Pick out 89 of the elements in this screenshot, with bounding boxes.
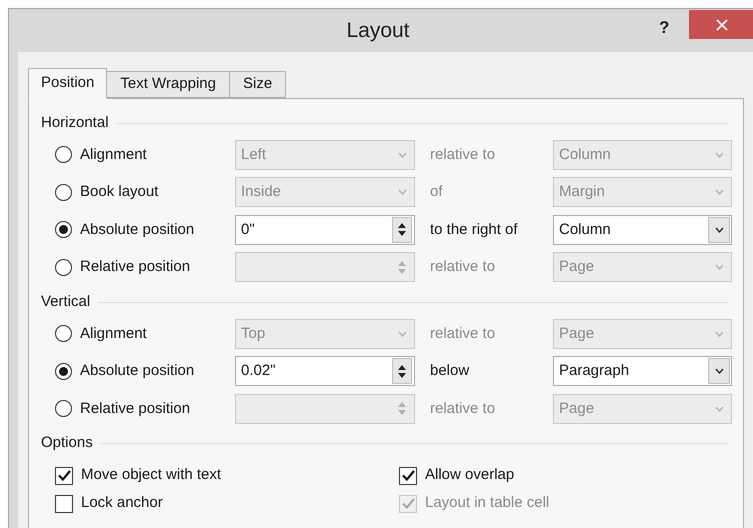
dropdown-value: Top <box>240 324 266 344</box>
up-arrow-icon <box>398 402 406 408</box>
caret-icon <box>714 368 724 374</box>
radio-label: Relative position <box>80 398 190 418</box>
dropdown-value: Page <box>558 257 596 277</box>
checkbox-label: Lock anchor <box>81 493 163 514</box>
radio-option[interactable]: Book layout <box>55 181 235 204</box>
section-heading: Horizontal <box>41 112 109 133</box>
up-arrow-icon <box>398 223 406 228</box>
down-arrow-icon <box>398 231 406 236</box>
radio-button[interactable] <box>55 258 72 276</box>
radio-button[interactable] <box>55 362 72 380</box>
dropdown-value: Column <box>558 220 612 240</box>
checkbox-option[interactable]: Lock anchor <box>55 490 399 518</box>
up-arrow-icon <box>398 364 406 370</box>
checkmark-icon <box>402 470 414 481</box>
caret-icon <box>398 330 406 337</box>
radio-button[interactable] <box>55 400 72 418</box>
radio-option[interactable]: Absolute position <box>55 360 235 382</box>
radio-button[interactable] <box>55 221 72 238</box>
checkbox-option[interactable]: Move object with text <box>55 462 399 490</box>
relation-label: relative to <box>429 398 496 418</box>
close-button[interactable] <box>689 10 753 39</box>
relation-label: of <box>429 182 444 202</box>
checkbox-label: Allow overlap <box>425 465 514 486</box>
radio-option[interactable]: Absolute position <box>55 218 235 241</box>
checkbox[interactable] <box>399 466 417 484</box>
window-title: Layout <box>346 18 410 44</box>
up-arrow-icon <box>398 260 406 266</box>
radio-label: Relative position <box>80 257 190 277</box>
field-value: 0" <box>240 220 256 240</box>
relation-label: relative to <box>429 324 496 344</box>
dropdown-value: Column <box>558 144 612 164</box>
dropdown-button[interactable] <box>708 358 730 384</box>
help-button[interactable]: ? <box>659 15 670 40</box>
checkmark-icon <box>402 498 414 509</box>
radio-button[interactable] <box>55 184 72 201</box>
radio-button[interactable] <box>55 325 72 342</box>
checkbox-option[interactable]: Allow overlap <box>399 462 743 490</box>
field-value: 0.02" <box>240 361 277 381</box>
radio-label: Alignment <box>80 324 147 344</box>
relation-label: relative to <box>429 257 496 277</box>
down-arrow-icon <box>398 268 406 274</box>
caret-icon <box>714 226 724 233</box>
radio-option[interactable]: Relative position <box>55 398 235 420</box>
dropdown-value: Left <box>240 144 268 164</box>
radio-option[interactable]: Alignment <box>55 144 235 166</box>
dropdown-button[interactable] <box>708 216 730 243</box>
checkmark-icon <box>58 470 70 481</box>
caret-icon <box>714 406 724 412</box>
dropdown-value: Paragraph <box>558 361 630 381</box>
close-icon <box>716 18 728 30</box>
caret-icon <box>714 152 724 158</box>
radio-option[interactable]: Alignment <box>55 322 235 345</box>
tab[interactable]: Text Wrapping <box>106 71 230 98</box>
relation-label: below <box>429 361 470 381</box>
checkbox-label: Layout in table cell <box>425 493 550 514</box>
dropdown[interactable]: Column <box>553 214 732 245</box>
spin-field[interactable]: 0" <box>235 214 415 245</box>
radio-label: Absolute position <box>80 220 194 240</box>
radio-label: Alignment <box>80 144 147 164</box>
caret-icon <box>714 189 724 196</box>
checkbox[interactable] <box>55 494 73 512</box>
tab[interactable]: Size <box>228 71 286 98</box>
radio-option[interactable]: Relative position <box>55 256 235 278</box>
checkbox-label: Move object with text <box>81 465 222 486</box>
dropdown-value: Inside <box>240 182 282 202</box>
spin-buttons[interactable] <box>392 358 412 384</box>
dropdown[interactable]: Paragraph <box>553 356 732 386</box>
section-heading: Vertical <box>41 292 90 312</box>
radio-label: Book layout <box>80 182 158 202</box>
caret-icon <box>714 264 724 270</box>
relation-label: relative to <box>429 144 496 164</box>
section-heading: Options <box>41 433 93 454</box>
spin-field[interactable]: 0.02" <box>235 356 415 386</box>
radio-label: Absolute position <box>80 361 194 381</box>
caret-icon <box>398 189 406 196</box>
relation-label: to the right of <box>429 220 519 240</box>
dropdown-value: Page <box>558 398 596 418</box>
tab[interactable]: Position <box>28 68 108 99</box>
caret-icon <box>398 152 406 158</box>
caret-icon <box>714 330 724 337</box>
checkbox[interactable] <box>55 466 73 484</box>
dropdown-value: Margin <box>558 182 606 202</box>
down-arrow-icon <box>398 410 406 416</box>
radio-button[interactable] <box>55 146 72 164</box>
down-arrow-icon <box>398 372 406 378</box>
spin-buttons[interactable] <box>392 216 412 243</box>
dropdown-value: Page <box>558 324 596 344</box>
